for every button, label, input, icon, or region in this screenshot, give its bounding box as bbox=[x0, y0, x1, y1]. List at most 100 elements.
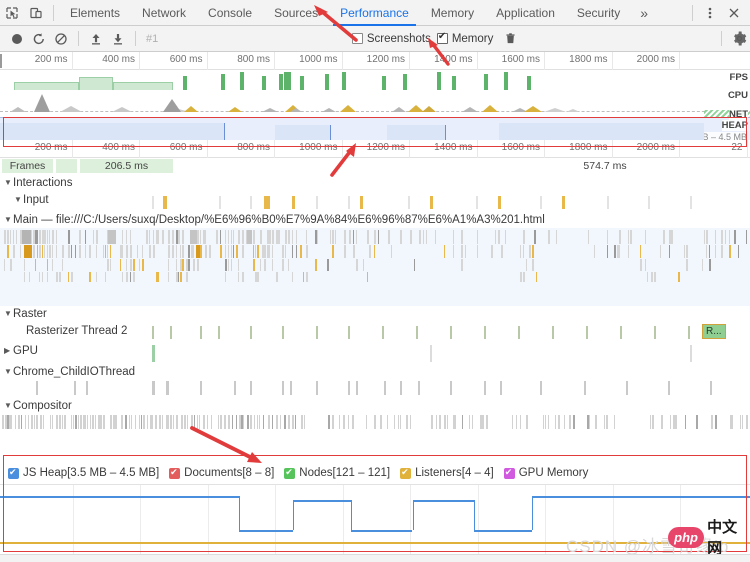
main-flame-event[interactable] bbox=[288, 230, 290, 244]
main-flame-event[interactable] bbox=[71, 245, 72, 258]
track-interactions-label[interactable]: ▼Interactions bbox=[4, 175, 72, 191]
main-flame-event[interactable] bbox=[105, 245, 106, 258]
frame-chip-0[interactable] bbox=[56, 159, 78, 173]
main-flame-event[interactable] bbox=[288, 259, 289, 271]
main-flame-event[interactable] bbox=[149, 245, 151, 258]
main-flame-event[interactable] bbox=[122, 245, 123, 258]
tab-security[interactable]: Security bbox=[566, 0, 631, 26]
compositor-event[interactable] bbox=[152, 415, 153, 429]
compositor-event[interactable] bbox=[548, 415, 549, 429]
main-flame-event[interactable] bbox=[75, 245, 76, 258]
main-flame-event[interactable] bbox=[292, 272, 293, 282]
timeline-event[interactable] bbox=[418, 381, 420, 395]
main-flame-event[interactable] bbox=[721, 230, 723, 244]
compositor-event[interactable] bbox=[486, 415, 488, 429]
main-flame-event[interactable] bbox=[16, 230, 17, 244]
main-flame-event[interactable] bbox=[374, 230, 376, 244]
main-flame-event[interactable] bbox=[532, 245, 534, 258]
track-gpu-label[interactable]: ▶ GPU bbox=[4, 343, 38, 359]
timeline-event[interactable] bbox=[356, 381, 358, 395]
main-flame-event[interactable] bbox=[130, 272, 131, 282]
main-flame-event[interactable] bbox=[62, 245, 64, 258]
compositor-event[interactable] bbox=[59, 415, 61, 429]
timeline-event[interactable] bbox=[200, 381, 202, 395]
main-flame-event[interactable] bbox=[42, 272, 43, 282]
compositor-event[interactable] bbox=[147, 415, 148, 429]
main-flame-event[interactable] bbox=[410, 230, 412, 244]
main-flame-event[interactable] bbox=[285, 230, 287, 244]
main-flame-event[interactable] bbox=[651, 272, 653, 282]
compositor-event[interactable] bbox=[143, 415, 145, 429]
compositor-event[interactable] bbox=[11, 415, 12, 429]
main-flame-event[interactable] bbox=[120, 259, 121, 271]
compositor-event[interactable] bbox=[439, 415, 441, 429]
main-flame-event[interactable] bbox=[24, 245, 32, 258]
main-flame-event[interactable] bbox=[315, 259, 317, 271]
track-gpu[interactable]: ▶ GPU bbox=[0, 343, 750, 364]
main-flame-event[interactable] bbox=[292, 230, 293, 244]
track-raster[interactable]: ▼Raster bbox=[0, 306, 750, 323]
compositor-event[interactable] bbox=[455, 415, 456, 429]
timeline-ruler[interactable]: 200 ms 400 ms 600 ms 800 ms 1000 ms 1200 ms 14… bbox=[0, 140, 750, 158]
compositor-event[interactable] bbox=[604, 415, 605, 429]
main-flame-event[interactable] bbox=[168, 259, 169, 271]
main-flame-event[interactable] bbox=[628, 230, 629, 244]
timeline-event[interactable] bbox=[316, 381, 318, 395]
chevron-down-icon[interactable]: ▼ bbox=[4, 306, 13, 322]
main-flame-event[interactable] bbox=[153, 230, 154, 244]
main-flame-event[interactable] bbox=[59, 272, 61, 282]
legend-listeners[interactable]: Listeners[4 – 4] bbox=[400, 466, 494, 479]
main-flame-event[interactable] bbox=[523, 272, 525, 282]
input-events-lane[interactable] bbox=[0, 192, 750, 212]
compositor-event[interactable] bbox=[595, 415, 597, 429]
main-flame-event[interactable] bbox=[536, 272, 537, 282]
gpu-events-lane[interactable] bbox=[0, 343, 750, 364]
main-flame-event[interactable] bbox=[630, 230, 632, 244]
main-flame-event[interactable] bbox=[498, 230, 500, 244]
main-flame-event[interactable] bbox=[619, 245, 620, 258]
main-flame-event[interactable] bbox=[721, 245, 723, 258]
main-flame-event[interactable] bbox=[142, 245, 143, 258]
main-flame-event[interactable] bbox=[133, 259, 135, 271]
chevron-down-icon[interactable]: ▼ bbox=[4, 364, 13, 380]
main-flame-event[interactable] bbox=[663, 230, 665, 244]
compositor-event[interactable] bbox=[284, 415, 286, 429]
main-flame-event[interactable] bbox=[7, 230, 9, 244]
compositor-event[interactable] bbox=[301, 415, 303, 429]
compositor-event[interactable] bbox=[732, 415, 733, 429]
legend-gpu-memory[interactable]: GPU Memory bbox=[503, 466, 588, 479]
timeline-event[interactable] bbox=[250, 381, 252, 395]
track-raster-label[interactable]: ▼Raster bbox=[4, 306, 47, 322]
timeline-event[interactable] bbox=[668, 381, 670, 395]
compositor-event[interactable] bbox=[203, 415, 205, 429]
main-flame-event[interactable] bbox=[105, 272, 106, 282]
reload-record-icon[interactable] bbox=[28, 28, 50, 50]
main-flame-event[interactable] bbox=[122, 272, 123, 282]
chevron-down-icon[interactable]: ▼ bbox=[4, 175, 13, 191]
main-flame-event[interactable] bbox=[172, 245, 174, 258]
timeline-event[interactable] bbox=[384, 381, 386, 395]
main-flame-event[interactable] bbox=[356, 230, 357, 244]
main-flame-event[interactable] bbox=[303, 272, 304, 282]
compositor-event[interactable] bbox=[224, 415, 226, 429]
main-flame-event[interactable] bbox=[180, 272, 182, 282]
main-flame-event[interactable] bbox=[172, 230, 174, 244]
main-flame-event[interactable] bbox=[715, 245, 716, 258]
main-flame-event[interactable] bbox=[619, 230, 621, 244]
compositor-event[interactable] bbox=[28, 415, 29, 429]
main-flame-lane[interactable] bbox=[0, 228, 750, 306]
main-flame-event[interactable] bbox=[200, 230, 201, 244]
compositor-event[interactable] bbox=[131, 415, 132, 429]
compositor-event[interactable] bbox=[272, 415, 273, 429]
main-flame-event[interactable] bbox=[491, 245, 493, 258]
main-flame-event[interactable] bbox=[327, 259, 329, 271]
track-childiothread[interactable]: ▼Chrome_ChildIOThread bbox=[0, 364, 750, 398]
main-flame-event[interactable] bbox=[278, 230, 280, 244]
main-flame-event[interactable] bbox=[4, 230, 6, 244]
compositor-event[interactable] bbox=[555, 415, 556, 429]
chevron-down-icon[interactable]: ▼ bbox=[4, 398, 13, 414]
compositor-event[interactable] bbox=[211, 415, 212, 429]
main-flame-event[interactable] bbox=[209, 245, 211, 258]
compositor-event[interactable] bbox=[18, 415, 20, 429]
main-flame-event[interactable] bbox=[20, 245, 21, 258]
